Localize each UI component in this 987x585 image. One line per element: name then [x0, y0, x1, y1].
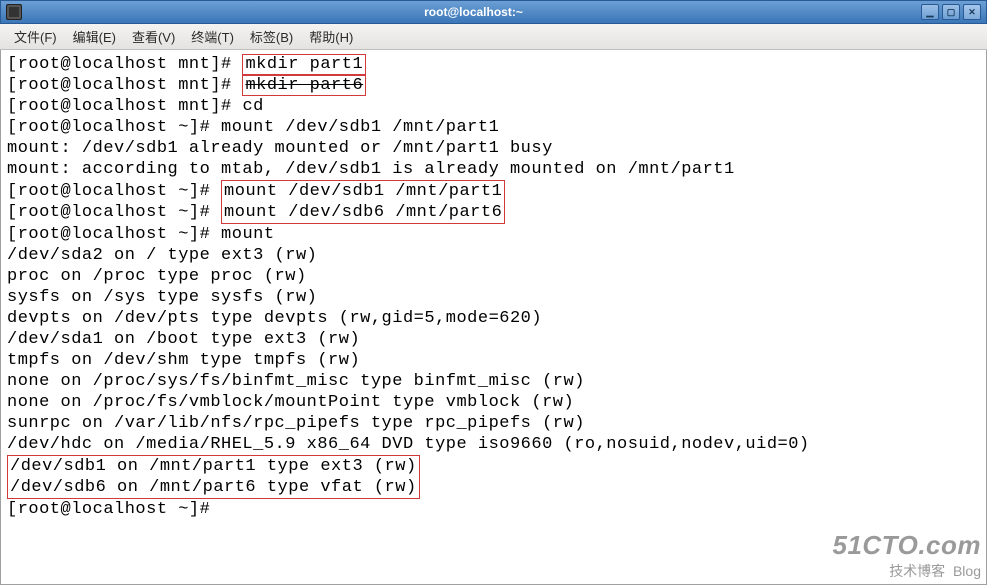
output-sdb6-boxed: /dev/sdb6 on /mnt/part6 type vfat (rw)	[7, 477, 420, 499]
window-controls: ▁ ▢ ✕	[921, 4, 981, 20]
menu-bar: 文件(F) 编辑(E) 查看(V) 终端(T) 标签(B) 帮助(H)	[0, 24, 987, 50]
output-line: none on /proc/fs/vmblock/mountPoint type…	[7, 392, 980, 413]
prompt: [root@localhost ~]#	[7, 118, 221, 137]
output-line: /dev/hdc on /media/RHEL_5.9 x86_64 DVD t…	[7, 434, 980, 455]
prompt: [root@localhost mnt]#	[7, 76, 242, 95]
prompt: [root@localhost ~]#	[7, 500, 221, 519]
prompt: [root@localhost ~]#	[7, 203, 221, 222]
close-button[interactable]: ✕	[963, 4, 981, 20]
cmd-mkdir-part6-struck: mkdir part6	[242, 75, 366, 96]
output-line: /dev/sda1 on /boot type ext3 (rw)	[7, 329, 980, 350]
menu-file[interactable]: 文件(F)	[6, 25, 65, 48]
output-line: mount: /dev/sdb1 already mounted or /mnt…	[7, 138, 980, 159]
menu-view[interactable]: 查看(V)	[124, 25, 183, 48]
output-line: tmpfs on /dev/shm type tmpfs (rw)	[7, 350, 980, 371]
menu-edit[interactable]: 编辑(E)	[65, 25, 124, 48]
menu-tabs[interactable]: 标签(B)	[242, 25, 301, 48]
prompt: [root@localhost mnt]#	[7, 55, 242, 74]
output-line: sunrpc on /var/lib/nfs/rpc_pipefs type r…	[7, 413, 980, 434]
output-line: sysfs on /sys type sysfs (rw)	[7, 287, 980, 308]
window-title: root@localhost:~	[26, 5, 921, 19]
menu-help[interactable]: 帮助(H)	[301, 25, 361, 48]
output-sdb1-boxed: /dev/sdb1 on /mnt/part1 type ext3 (rw)	[7, 455, 420, 477]
maximize-button[interactable]: ▢	[942, 4, 960, 20]
prompt: [root@localhost ~]#	[7, 182, 221, 201]
cmd-cd: cd	[242, 97, 263, 116]
minimize-button[interactable]: ▁	[921, 4, 939, 20]
output-line: none on /proc/sys/fs/binfmt_misc type bi…	[7, 371, 980, 392]
cmd-mount-sdb6-boxed: mount /dev/sdb6 /mnt/part6	[221, 202, 505, 224]
cmd-mount: mount	[221, 225, 275, 244]
window-titlebar: root@localhost:~ ▁ ▢ ✕	[0, 0, 987, 24]
cmd-mkdir-part1: mkdir part1	[242, 54, 366, 75]
terminal-output[interactable]: [root@localhost mnt]# mkdir part1 [root@…	[0, 50, 987, 585]
prompt: [root@localhost mnt]#	[7, 97, 242, 116]
output-line: proc on /proc type proc (rw)	[7, 266, 980, 287]
output-line: /dev/sda2 on / type ext3 (rw)	[7, 245, 980, 266]
cmd-mount-sdb1: mount /dev/sdb1 /mnt/part1	[221, 118, 499, 137]
terminal-app-icon	[6, 4, 22, 20]
menu-terminal[interactable]: 终端(T)	[183, 25, 242, 48]
cmd-mount-sdb1-boxed: mount /dev/sdb1 /mnt/part1	[221, 180, 505, 202]
output-line: mount: according to mtab, /dev/sdb1 is a…	[7, 159, 980, 180]
prompt: [root@localhost ~]#	[7, 225, 221, 244]
output-line: devpts on /dev/pts type devpts (rw,gid=5…	[7, 308, 980, 329]
